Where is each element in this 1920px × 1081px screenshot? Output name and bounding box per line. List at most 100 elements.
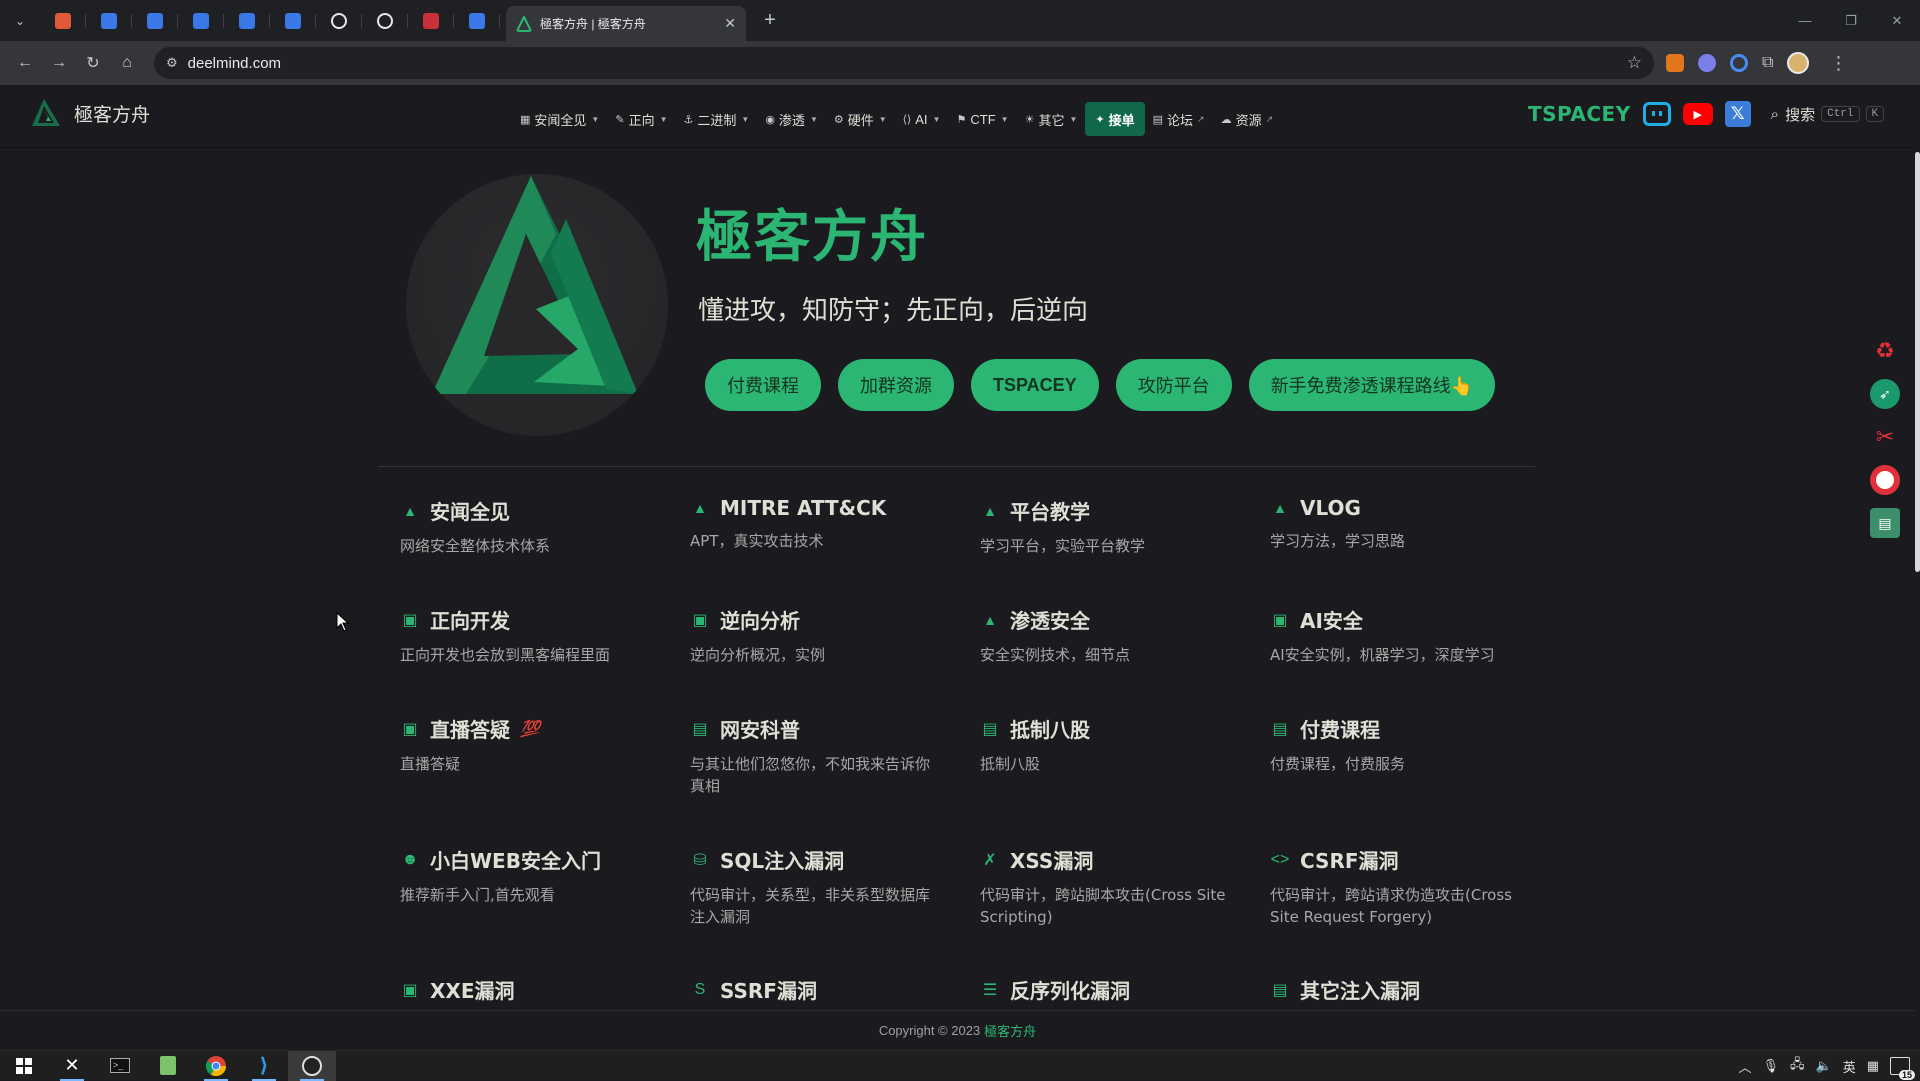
feature-card[interactable]: ⛁ SQL注入漏洞 代码审计，关系型，非关系型数据库注入漏洞 [690,845,940,928]
ime-indicator[interactable]: 英 [1843,1057,1856,1076]
paid-course-button[interactable]: 付费课程 [705,359,821,411]
feature-card[interactable]: ▣ 直播答疑 💯 直播答疑 [400,714,650,775]
pinned-tab[interactable] [224,0,270,41]
back-icon[interactable]: ← [8,46,42,80]
site-info-icon[interactable]: ⚙ [166,55,178,71]
feature-card[interactable]: ▲ 安闻全见 网络安全整体技术体系 [400,496,650,557]
menu-item-forum[interactable]: ▤ 论坛 ↗ [1145,104,1213,134]
feature-title: 逆向分析 [720,609,800,633]
pinned-tab[interactable] [86,0,132,41]
rocket-icon[interactable]: ➶ [1870,379,1900,409]
feature-card[interactable]: ✗ XSS漏洞 代码审计，跨站脚本攻击(Cross Site Scripting) [980,845,1230,928]
menu-item-pen[interactable]: ✎ 正向 ▼ [607,104,675,134]
reload-icon[interactable]: ↻ [76,46,110,80]
metamask-extension-icon[interactable] [1666,54,1684,72]
notepad-icon[interactable] [144,1051,192,1081]
menu-item-ai[interactable]: ⟨⟩ AI ▼ [895,104,949,134]
microphone-icon[interactable]: 🎙 [1762,1058,1779,1074]
recycle-icon[interactable]: ♻ [1870,336,1900,366]
active-tab[interactable]: 極客方舟 | 極客方舟 ✕ [506,6,746,41]
feature-card[interactable]: ▤ 抵制八股 抵制八股 [980,714,1230,775]
feature-card[interactable]: ▤ 网安科普 与其让他们忽悠你，不如我来告诉你真相 [690,714,940,797]
pinned-tab[interactable] [40,0,86,41]
feature-card[interactable]: ▲ 渗透安全 安全实例技术，细节点 [980,605,1230,666]
browser-menu-icon[interactable]: ⋮ [1823,53,1853,74]
feature-description: AI安全实例，机器学习，深度学习 [1270,646,1495,664]
restore-icon[interactable]: ❐ [1828,0,1874,41]
feature-card[interactable]: <> CSRF漏洞 代码审计，跨站请求伪造攻击(Cross Site Request… [1270,845,1520,928]
search-button[interactable]: ⌕ 搜索 Ctrl K [1771,104,1885,125]
tab-search-button[interactable]: ⌄ [0,0,40,41]
feature-card[interactable]: ▣ AI安全 AI安全实例，机器学习，深度学习 [1270,605,1520,666]
extension-icon[interactable] [1698,54,1716,72]
close-tab-icon[interactable]: ✕ [724,15,736,32]
menu-item-flag[interactable]: ⚑ CTF ▼ [948,104,1016,134]
pinned-tab[interactable] [270,0,316,41]
xmind-icon[interactable]: ✕ [48,1051,96,1081]
scrollbar-thumb[interactable] [1915,152,1920,572]
extensions-puzzle-icon[interactable]: ⧉ [1762,54,1773,72]
kbd-k: K [1865,106,1885,122]
ime-mode-icon[interactable]: ▦ [1867,1058,1879,1074]
pinned-tab[interactable] [408,0,454,41]
feature-card[interactable]: S SSRF漏洞 [690,975,940,1004]
join-group-button[interactable]: 加群资源 [838,359,954,411]
tspacey-button[interactable]: TSPACEY [971,359,1099,411]
feature-card[interactable]: ☻ 小白WEB安全入门 推荐新手入门,首先观看 [400,845,650,906]
address-bar[interactable]: ⚙ deelmind.com ☆ [154,47,1654,79]
pinned-tab[interactable] [454,0,500,41]
new-tab-button[interactable]: + [754,5,786,37]
pinned-tab[interactable] [362,0,408,41]
menu-item-bulb[interactable]: ☀ 其它 ▼ [1017,104,1086,134]
bookmark-star-icon[interactable]: ☆ [1627,53,1642,73]
platform-button[interactable]: 攻防平台 [1115,359,1232,411]
pinned-tab[interactable] [178,0,224,41]
chrome-icon[interactable] [192,1051,240,1081]
x-twitter-icon[interactable]: 𝕏 [1724,101,1751,127]
feature-card[interactable]: ▣ 逆向分析 逆向分析概况，实例 [690,605,940,666]
hero-logo-icon [432,176,638,394]
feature-card[interactable]: ▲ VLOG 学习方法，学习思路 [1270,496,1520,552]
windows-start-icon[interactable] [0,1051,48,1081]
window-close-icon[interactable]: ✕ [1874,0,1920,41]
tspacey-logo[interactable]: TSPACEY [1528,102,1631,126]
network-icon[interactable]: 🖧 [1790,1055,1805,1077]
bilibili-icon[interactable] [1642,102,1671,126]
free-course-route-button[interactable]: 新手免费渗透课程路线👆 [1248,359,1496,411]
profile-avatar[interactable] [1787,52,1810,74]
home-icon[interactable]: ⌂ [110,46,144,80]
feature-card[interactable]: ▣ XXE漏洞 [400,975,650,1004]
vscode-icon[interactable]: ⟩ [240,1051,288,1081]
notification-icon[interactable]: 15 [1890,1057,1915,1080]
brand[interactable]: 極客方舟 [30,97,150,129]
feature-card[interactable]: ▲ MITRE ATT&CK APT，真实攻击技术 [690,496,940,552]
feature-card[interactable]: ▲ 平台教学 学习平台，实验平台教学 [980,496,1230,557]
pinned-tab[interactable] [316,0,362,41]
tools-icon[interactable]: ✂ [1870,422,1900,452]
obs-icon[interactable] [288,1050,336,1081]
terminal-icon[interactable]: >_ [96,1051,144,1081]
url-text[interactable]: deelmind.com [188,55,1617,72]
target-icon[interactable] [1870,465,1900,495]
menu-item-globe[interactable]: ◉ 渗透 ▼ [757,104,826,134]
menu-item-pin[interactable]: ✦ 接单 [1085,102,1145,136]
pinned-tab[interactable] [132,0,178,41]
menu-item-grid[interactable]: ▦ 安闻全见 ▼ [512,104,607,134]
volume-icon[interactable]: 🔈 [1816,1058,1832,1074]
feature-card[interactable]: ☰ 反序列化漏洞 [980,975,1230,1004]
brand-name: 極客方舟 [74,103,151,126]
stack-icon[interactable]: ▤ [1870,508,1900,538]
menu-item-chip[interactable]: ⚙ 硬件 ▼ [826,104,895,134]
footer-link[interactable]: 極客方舟 [984,1021,1036,1040]
menu-item-binary[interactable]: ⚓ 二进制 ▼ [676,104,758,134]
browser-toolbar: ← → ↻ ⌂ ⚙ deelmind.com ☆ ⧉ ⋮ [0,41,1920,85]
tray-overflow-icon[interactable]: ︿ [1738,1057,1751,1076]
feature-card[interactable]: ▤ 其它注入漏洞 [1270,975,1520,1004]
forward-icon[interactable]: → [42,46,76,80]
menu-item-cloud[interactable]: ☁ 资源 ↗ [1213,104,1282,134]
minimize-icon[interactable]: — [1782,0,1828,41]
extension-ring-icon[interactable] [1730,54,1748,72]
feature-card[interactable]: ▣ 正向开发 正向开发也会放到黑客编程里面 [400,605,650,666]
feature-card[interactable]: ▤ 付费课程 付费课程，付费服务 [1270,714,1520,775]
youtube-icon[interactable]: ▶ [1682,103,1713,125]
